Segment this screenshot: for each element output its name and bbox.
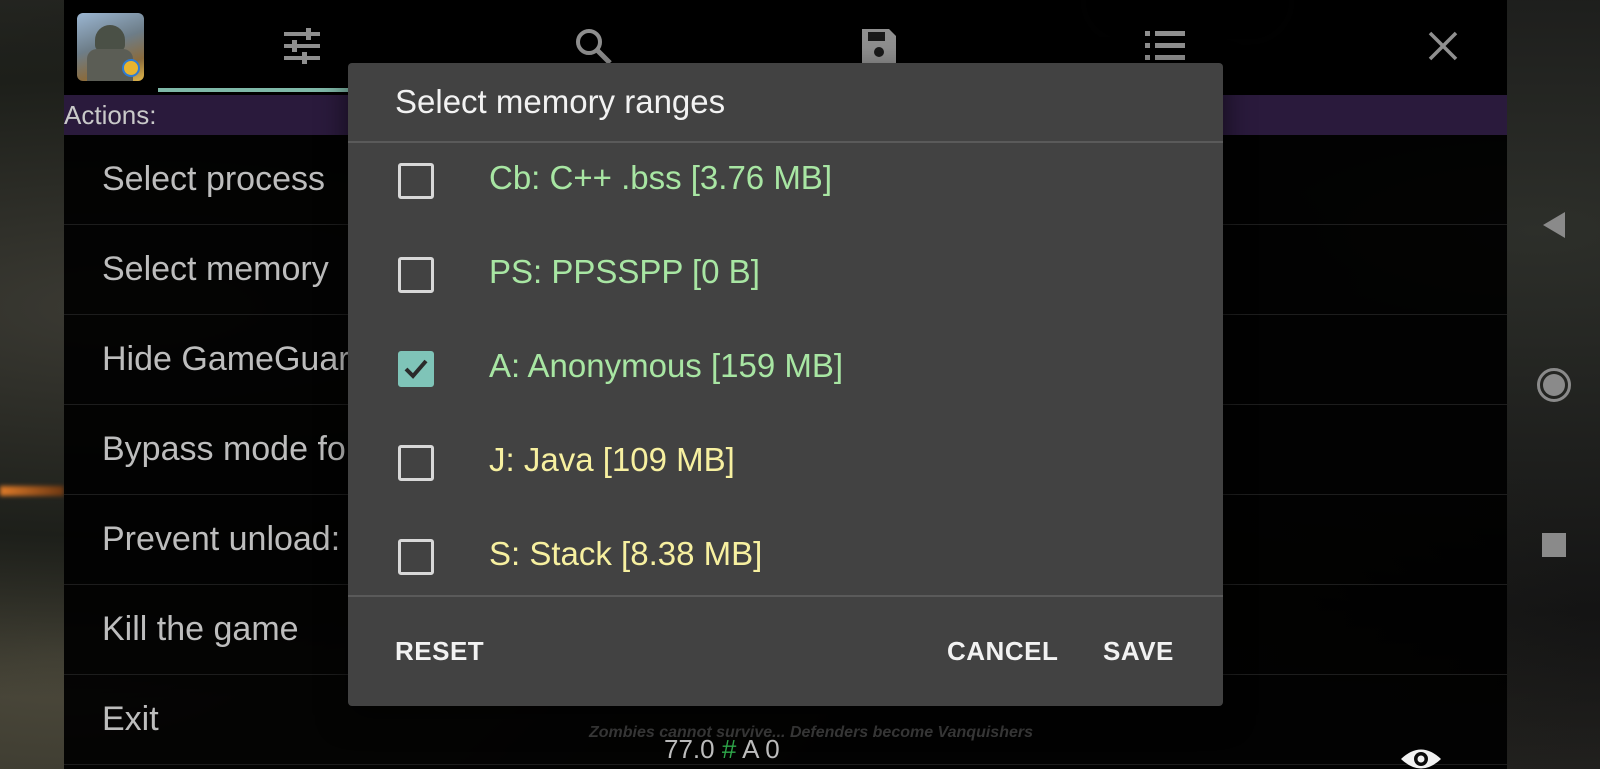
range-label: PS: PPSSPP [0 B]: [489, 253, 760, 290]
counter-region: A 0: [742, 734, 780, 764]
title-divider: [348, 141, 1223, 143]
reset-button[interactable]: RESET: [395, 636, 484, 667]
actions-header-label: Actions:: [64, 100, 157, 130]
memory-range-list: Cb: C++ .bss [3.76 MB] PS: PPSSPP [0 B] …: [348, 145, 1223, 615]
actions-divider: [348, 595, 1223, 597]
range-checkbox[interactable]: [398, 445, 434, 481]
app-icon-badge: [122, 59, 140, 77]
range-row[interactable]: A: Anonymous [159 MB]: [348, 333, 1223, 427]
result-counter: 77.0 # A 0: [664, 734, 780, 765]
range-checkbox[interactable]: [398, 539, 434, 575]
check-icon: [404, 359, 428, 379]
dialog-title: Select memory ranges: [395, 83, 726, 120]
range-label: Cb: C++ .bss [3.76 MB]: [489, 159, 832, 196]
eye-icon[interactable]: [1399, 746, 1443, 769]
home-icon[interactable]: [1529, 360, 1579, 410]
recents-icon[interactable]: [1529, 520, 1579, 570]
range-label: A: Anonymous [159 MB]: [489, 347, 844, 384]
counter-value: 77.0: [664, 734, 715, 764]
range-row[interactable]: PS: PPSSPP [0 B]: [348, 239, 1223, 333]
game-light-streak: [0, 486, 64, 496]
range-label: S: Stack [8.38 MB]: [489, 535, 763, 572]
range-row[interactable]: S: Stack [8.38 MB]: [348, 521, 1223, 615]
back-icon[interactable]: [1529, 200, 1579, 250]
range-row[interactable]: J: Java [109 MB]: [348, 427, 1223, 521]
range-checkbox[interactable]: [398, 163, 434, 199]
game-banner-text: Zombies cannot survive... Defenders beco…: [589, 724, 1033, 741]
memory-ranges-dialog: Select memory ranges Cb: C++ .bss [3.76 …: [348, 63, 1223, 706]
save-button[interactable]: SAVE: [1103, 636, 1174, 667]
android-nav-bar: [1507, 0, 1600, 769]
range-label: J: Java [109 MB]: [489, 441, 735, 478]
close-icon[interactable]: [1419, 22, 1467, 70]
app-icon[interactable]: [77, 13, 144, 81]
range-checkbox-checked[interactable]: [398, 351, 434, 387]
range-row[interactable]: Cb: C++ .bss [3.76 MB]: [348, 145, 1223, 239]
cancel-button[interactable]: CANCEL: [947, 636, 1058, 667]
range-checkbox[interactable]: [398, 257, 434, 293]
sliders-icon[interactable]: [278, 22, 326, 70]
counter-hash: #: [721, 734, 737, 764]
status-bar: Zombies cannot survive... Defenders beco…: [64, 724, 1507, 769]
app-icon-helmet: [95, 25, 125, 51]
